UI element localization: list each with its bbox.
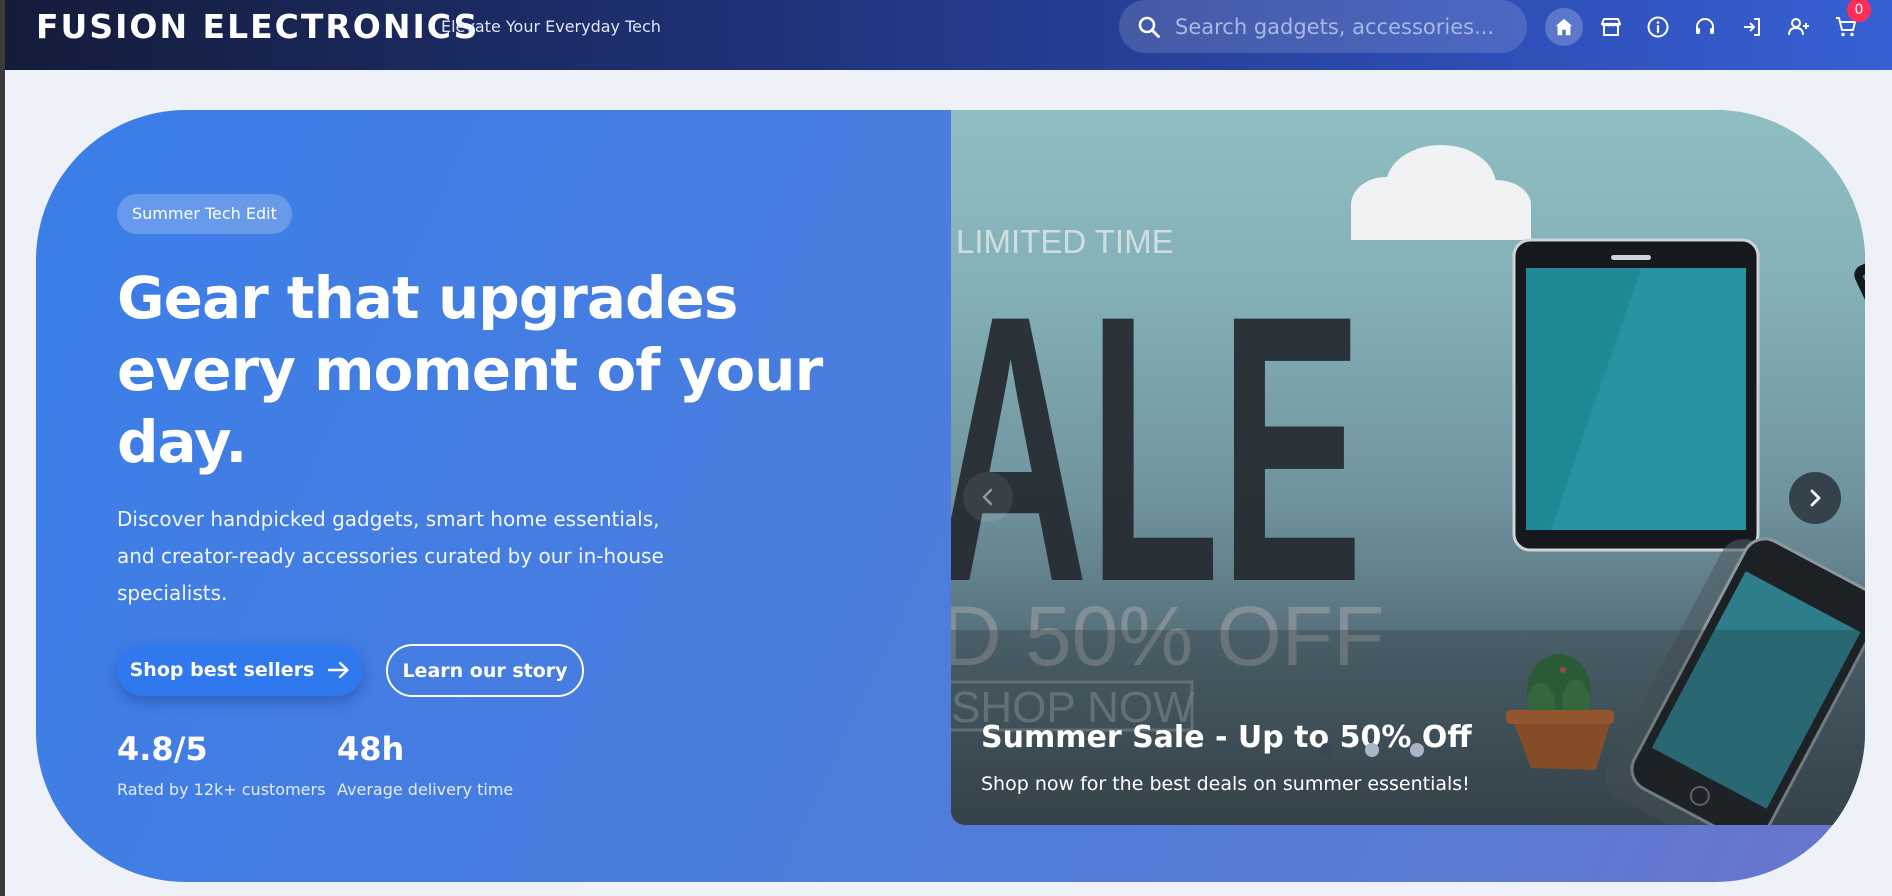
info-icon (1647, 16, 1669, 38)
stat-rating-label: Rated by 12k+ customers (117, 780, 326, 799)
site-header: FUSION ELECTRONICS Elevate Your Everyday… (0, 0, 1892, 70)
hero-headline: Gear that upgrades every moment of your … (117, 264, 823, 476)
stat-delivery-label: Average delivery time (337, 780, 514, 799)
slide-subtitle: Shop now for the best deals on summer es… (981, 773, 1470, 795)
add-user-icon (1788, 18, 1809, 36)
stat-rating: 4.8/5 Rated by 12k+ customers (117, 730, 325, 799)
carousel-next-button[interactable] (1789, 472, 1841, 524)
window-edge (0, 0, 5, 896)
carousel-indicators (1320, 743, 1455, 757)
search-input[interactable] (1175, 14, 1515, 39)
login-icon (1744, 18, 1760, 36)
brand-tagline: Elevate Your Everyday Tech (441, 17, 661, 36)
cart-count-badge: 0 (1847, 0, 1871, 22)
shop-best-sellers-label: Shop best sellers (129, 659, 315, 681)
hero-badge: Summer Tech Edit (117, 194, 292, 234)
arrow-right-icon (328, 661, 350, 679)
carousel-dot-3[interactable] (1410, 743, 1424, 757)
nav-register[interactable] (1780, 8, 1818, 46)
carousel-dot-1[interactable] (1320, 743, 1334, 757)
search-icon (1138, 16, 1160, 38)
nav-home[interactable] (1545, 8, 1583, 46)
carousel-dot-2[interactable] (1365, 743, 1379, 757)
tablet-graphic (1512, 238, 1760, 552)
cloud-graphic (1351, 145, 1531, 240)
nav-icon-bar: 0 (1545, 0, 1874, 46)
stat-delivery-value: 48h (337, 730, 405, 768)
promo-carousel: LIMITED TIME ALE D 50% OFF SHOP NOW Summ… (951, 110, 1865, 825)
stat-delivery: 48h Average delivery time (337, 730, 513, 799)
nav-about[interactable] (1639, 8, 1677, 46)
store-icon (1601, 18, 1621, 36)
home-icon (1555, 18, 1573, 36)
carousel-prev-button[interactable] (963, 472, 1013, 522)
nav-login[interactable] (1733, 8, 1771, 46)
hero-description: Discover handpicked gadgets, smart home … (117, 507, 664, 605)
learn-our-story-button[interactable]: Learn our story (386, 644, 584, 697)
shop-best-sellers-button[interactable]: Shop best sellers (117, 644, 363, 696)
brand-logo[interactable]: FUSION ELECTRONICS (36, 7, 479, 46)
chevron-right-icon (1810, 489, 1821, 507)
support-icon (1696, 18, 1714, 34)
stat-rating-value: 4.8/5 (117, 730, 208, 768)
hero-banner: Summer Tech Edit Gear that upgrades ever… (36, 110, 1865, 882)
chevron-left-icon (982, 488, 993, 506)
nav-store[interactable] (1592, 8, 1630, 46)
nav-cart[interactable]: 0 (1827, 0, 1871, 46)
nav-support[interactable] (1686, 8, 1724, 46)
sale-banner-image: LIMITED TIME ALE D 50% OFF SHOP NOW (951, 145, 1865, 825)
device-graphic (1854, 239, 1865, 367)
search-bar[interactable] (1119, 0, 1527, 53)
